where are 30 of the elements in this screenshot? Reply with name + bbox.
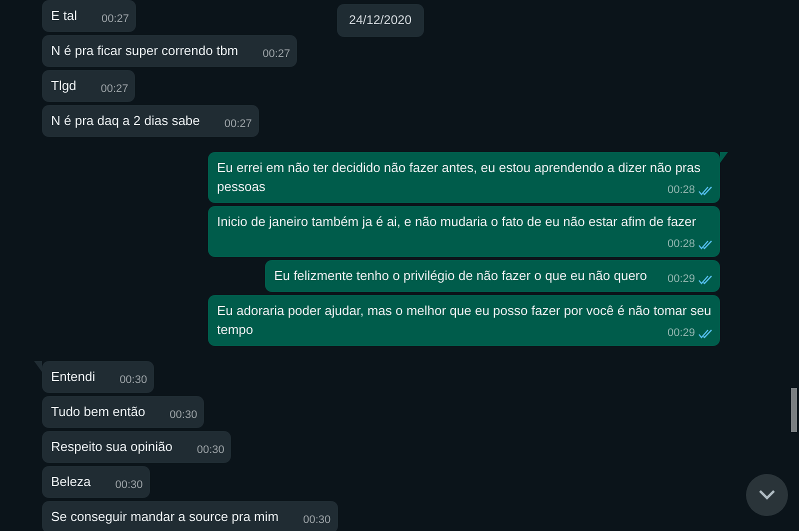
scroll-down-button[interactable]	[746, 474, 788, 516]
received-message: N é pra ficar super correndo tbm 00:27	[42, 35, 298, 67]
sent-message: Eu adoraria poder ajudar, mas o melhor que eu posso fazer por você é não tomar seu tempo 00:29	[208, 295, 720, 346]
message-time: 00:29	[667, 326, 695, 341]
scrollbar-thumb[interactable]	[791, 388, 797, 432]
received-message: Respeito sua opinião 00:30	[42, 431, 232, 463]
message-time: 00:27	[224, 117, 252, 132]
chevron-down-icon	[758, 489, 776, 501]
message-time: 00:30	[196, 443, 224, 458]
received-message: Tlgd 00:27	[42, 70, 136, 102]
received-message: Se conseguir mandar a source pra mim 00:30	[42, 501, 338, 531]
received-message: Beleza 00:30	[42, 466, 150, 498]
message-time: 00:29	[667, 272, 695, 287]
received-message: N é pra daq a 2 dias sabe 00:27	[42, 105, 259, 137]
message-time: 00:27	[101, 12, 130, 27]
sent-message: Eu errei em não ter decidido não fazer antes, eu estou aprendendo a dizer não pras pessoas 00:28	[208, 152, 720, 203]
message-time: 00:30	[120, 373, 148, 388]
message-time: 00:28	[667, 237, 695, 252]
received-message: Entendi 00:30	[42, 361, 154, 393]
sent-message: Eu felizmente tenho o privilégio de não fazer o que eu não quero 00:29	[265, 260, 720, 292]
message-time: 00:27	[100, 82, 128, 97]
sent-message: Inicio de janeiro também ja é ai, e não mudaria o fato de eu não estar afim de fazer 00:28	[208, 206, 720, 257]
message-time: 00:30	[303, 513, 331, 528]
received-message: Tudo bem então 00:30	[42, 396, 204, 428]
message-time: 00:30	[115, 478, 143, 493]
message-time: 00:30	[170, 408, 198, 423]
message-time: 00:28	[667, 183, 695, 198]
received-message: E tal 00:27	[42, 0, 136, 32]
date-chip: 24/12/2020	[337, 4, 424, 37]
message-time: 00:27	[262, 47, 290, 62]
